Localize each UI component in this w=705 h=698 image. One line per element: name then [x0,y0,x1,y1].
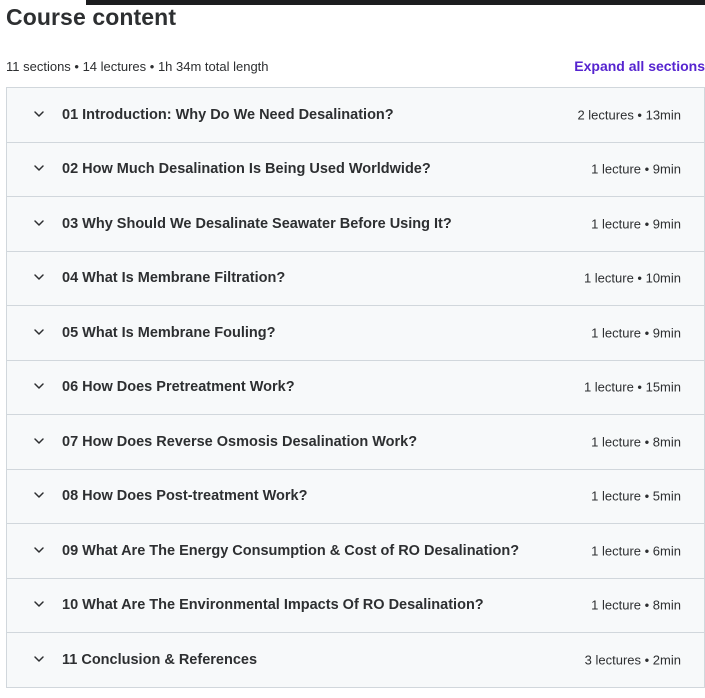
expand-all-sections-button[interactable]: Expand all sections [574,58,705,74]
section-title: 11 Conclusion & References [62,651,258,668]
section-item[interactable]: 05 What Is Membrane Fouling? 1 lecture •… [7,306,704,361]
section-item[interactable]: 11 Conclusion & References 3 lectures • … [7,633,704,688]
section-title: 03 Why Should We Desalinate Seawater Bef… [62,215,452,232]
section-lecture-info: 3 lectures • 2min [584,652,681,668]
section-lecture-info: 1 lecture • 8min [591,434,681,450]
section-item[interactable]: 09 What Are The Energy Consumption & Cos… [7,524,704,579]
section-title: 10 What Are The Environmental Impacts Of… [62,597,484,614]
section-item[interactable]: 08 How Does Post-treatment Work? 1 lectu… [7,469,704,524]
section-lecture-info: 1 lecture • 8min [591,597,681,613]
course-summary-row: 11 sections • 14 lectures • 1h 34m total… [6,58,705,77]
section-list: 01 Introduction: Why Do We Need Desalina… [6,87,705,688]
chevron-down-icon [33,598,45,610]
section-item[interactable]: 02 How Much Desalination Is Being Used W… [7,142,704,197]
section-title: 01 Introduction: Why Do We Need Desalina… [62,106,394,123]
section-lecture-info: 1 lecture • 9min [591,216,681,232]
chevron-down-icon [33,217,45,229]
course-summary: 11 sections • 14 lectures • 1h 34m total… [6,59,269,74]
top-divider-bar [86,0,705,5]
section-lecture-info: 1 lecture • 9min [591,161,681,177]
section-title: 07 How Does Reverse Osmosis Desalination… [62,433,418,450]
chevron-down-icon [33,435,45,447]
section-lecture-info: 1 lecture • 5min [591,488,681,504]
chevron-down-icon [33,489,45,501]
section-item[interactable]: 01 Introduction: Why Do We Need Desalina… [7,88,704,143]
section-item[interactable]: 06 How Does Pretreatment Work? 1 lecture… [7,360,704,415]
section-lecture-info: 1 lecture • 15min [583,379,681,395]
section-item[interactable]: 07 How Does Reverse Osmosis Desalination… [7,415,704,470]
section-lecture-info: 1 lecture • 6min [591,543,681,559]
section-lecture-info: 2 lectures • 13min [577,107,681,123]
section-title: 02 How Much Desalination Is Being Used W… [62,161,431,178]
section-title: 09 What Are The Energy Consumption & Cos… [62,542,520,559]
section-item[interactable]: 10 What Are The Environmental Impacts Of… [7,578,704,633]
section-lecture-info: 1 lecture • 9min [591,325,681,341]
section-lecture-info: 1 lecture • 10min [583,270,681,286]
chevron-down-icon [33,653,45,665]
chevron-down-icon [33,380,45,392]
chevron-down-icon [33,544,45,556]
section-item[interactable]: 03 Why Should We Desalinate Seawater Bef… [7,197,704,252]
section-item[interactable]: 04 What Is Membrane Filtration? 1 lectur… [7,251,704,306]
section-title: 06 How Does Pretreatment Work? [62,379,295,396]
section-title: 05 What Is Membrane Fouling? [62,324,276,341]
section-title: 04 What Is Membrane Filtration? [62,270,286,287]
chevron-down-icon [33,326,45,338]
chevron-down-icon [33,108,45,120]
chevron-down-icon [33,271,45,283]
page-title: Course content [6,4,177,30]
section-title: 08 How Does Post-treatment Work? [62,488,308,505]
chevron-down-icon [33,162,45,174]
